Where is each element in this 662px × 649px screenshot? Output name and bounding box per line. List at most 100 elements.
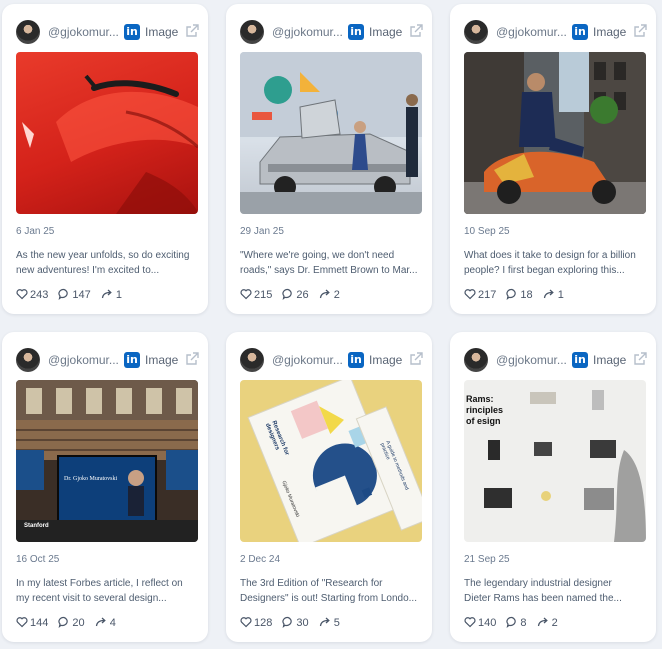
likes-count: 215 [254, 289, 273, 301]
post-type-label: Image [369, 25, 403, 39]
heart-icon [240, 289, 252, 300]
comments-stat: 18 [506, 288, 533, 301]
excerpt-line: Designers" is out! Starting from Londo..… [240, 593, 417, 604]
likes-count: 217 [478, 289, 497, 301]
comment-icon [506, 288, 517, 300]
comment-icon [58, 616, 69, 628]
likes-stat: 128 [240, 616, 272, 629]
comment-icon [282, 616, 293, 628]
post-card[interactable]: @gjokomur... in Image Research for desig… [226, 332, 432, 642]
excerpt-line: In my latest Forbes article, I reflect o… [16, 578, 183, 589]
author-handle[interactable]: @gjokomur... [48, 25, 118, 39]
share-icon [319, 617, 330, 627]
author-handle[interactable]: @gjokomur... [272, 353, 342, 367]
heart-icon [464, 617, 476, 628]
likes-count: 144 [30, 617, 49, 629]
shares-stat: 2 [537, 616, 558, 629]
post-image[interactable] [240, 52, 422, 214]
post-excerpt[interactable]: In my latest Forbes article, I reflect o… [16, 576, 196, 606]
author-handle[interactable]: @gjokomur... [272, 25, 342, 39]
post-card[interactable]: @gjokomur... in Image 6 Jan 25 As the ne… [2, 4, 208, 314]
post-header: @gjokomur... in Image [464, 18, 647, 44]
comments-count: 26 [296, 289, 309, 301]
delorean-photo-illustration [240, 52, 422, 214]
comments-count: 147 [72, 289, 91, 301]
excerpt-line: people? I first began exploring this... [464, 265, 625, 276]
excerpt-line: my recent visit to several design... [16, 593, 167, 604]
post-image[interactable]: Dr. Gjoko Muratovski Stanford [16, 380, 198, 542]
post-type-label: Image [593, 25, 627, 39]
poster-heading: Rams: rinciples of esign [466, 394, 504, 426]
comment-icon [506, 616, 517, 628]
comments-stat: 8 [506, 616, 527, 629]
external-link-icon[interactable] [408, 351, 424, 367]
likes-stat: 217 [464, 288, 496, 301]
excerpt-line: What does it take to design for a billio… [464, 250, 636, 261]
shares-count: 1 [115, 289, 122, 301]
excerpt-line: The 3rd Edition of "Research for [240, 578, 383, 589]
author-handle[interactable]: @gjokomur... [48, 353, 118, 367]
share-icon [537, 617, 548, 627]
post-date: 6 Jan 25 [16, 226, 55, 237]
post-stats: 140 8 2 [464, 616, 565, 632]
post-image[interactable] [16, 52, 198, 214]
post-card[interactable]: @gjokomur... in Image [226, 4, 432, 314]
post-date: 29 Jan 25 [240, 226, 284, 237]
post-card[interactable]: @gjokomur... in Image Rams: rinciples of… [450, 332, 656, 642]
post-excerpt[interactable]: What does it take to design for a billio… [464, 248, 644, 278]
linkedin-icon: in [348, 24, 364, 40]
avatar[interactable] [464, 348, 488, 372]
comments-stat: 26 [282, 288, 309, 301]
post-header: @gjokomur... in Image [240, 346, 423, 372]
external-link-icon[interactable] [184, 351, 200, 367]
comments-stat: 147 [58, 288, 91, 301]
shares-stat: 1 [543, 288, 564, 301]
comment-icon [282, 288, 293, 300]
post-type-label: Image [145, 353, 179, 367]
excerpt-line: The legendary industrial designer [464, 578, 612, 589]
post-type-label: Image [145, 25, 179, 39]
post-card[interactable]: @gjokomur... in Image [2, 332, 208, 642]
post-excerpt[interactable]: "Where we're going, we don't need roads,… [240, 248, 420, 278]
external-link-icon[interactable] [184, 23, 200, 39]
post-image[interactable] [464, 52, 646, 214]
shares-count: 5 [333, 617, 340, 629]
scooter-photo-illustration [464, 52, 646, 214]
post-stats: 144 20 4 [16, 616, 123, 632]
avatar[interactable] [16, 348, 40, 372]
avatar[interactable] [240, 348, 264, 372]
linkedin-icon: in [572, 24, 588, 40]
post-type-label: Image [369, 353, 403, 367]
comments-count: 20 [72, 617, 85, 629]
post-excerpt[interactable]: The 3rd Edition of "Research for Designe… [240, 576, 420, 606]
excerpt-line: As the new year unfolds, so do exciting [16, 250, 190, 261]
likes-stat: 140 [464, 616, 496, 629]
stanford-logo-text: Stanford [24, 523, 49, 529]
heart-icon [464, 289, 476, 300]
excerpt-line: roads," says Dr. Emmett Brown to Mar... [240, 265, 418, 276]
shares-stat: 5 [319, 616, 340, 629]
post-date: 10 Sep 25 [464, 226, 510, 237]
external-link-icon[interactable] [408, 23, 424, 39]
post-excerpt[interactable]: The legendary industrial designer Dieter… [464, 576, 644, 606]
post-image[interactable]: Research for designers A guide to method… [240, 380, 422, 542]
avatar[interactable] [16, 20, 40, 44]
avatar[interactable] [240, 20, 264, 44]
post-date: 16 Oct 25 [16, 554, 60, 565]
comments-count: 18 [520, 289, 533, 301]
external-link-icon[interactable] [632, 23, 648, 39]
red-car-illustration [22, 74, 198, 214]
avatar[interactable] [464, 20, 488, 44]
likes-stat: 215 [240, 288, 272, 301]
comments-count: 8 [520, 617, 527, 629]
external-link-icon[interactable] [632, 351, 648, 367]
post-card[interactable]: @gjokomur... in Image [450, 4, 656, 314]
post-image[interactable]: Rams: rinciples of esign [464, 380, 646, 542]
author-handle[interactable]: @gjokomur... [496, 25, 566, 39]
likes-stat: 144 [16, 616, 48, 629]
author-handle[interactable]: @gjokomur... [496, 353, 566, 367]
post-excerpt[interactable]: As the new year unfolds, so do exciting … [16, 248, 196, 278]
post-stats: 243 147 1 [16, 288, 129, 304]
share-icon [543, 289, 554, 299]
posts-grid: @gjokomur... in Image 6 Jan 25 As the ne… [0, 0, 662, 649]
